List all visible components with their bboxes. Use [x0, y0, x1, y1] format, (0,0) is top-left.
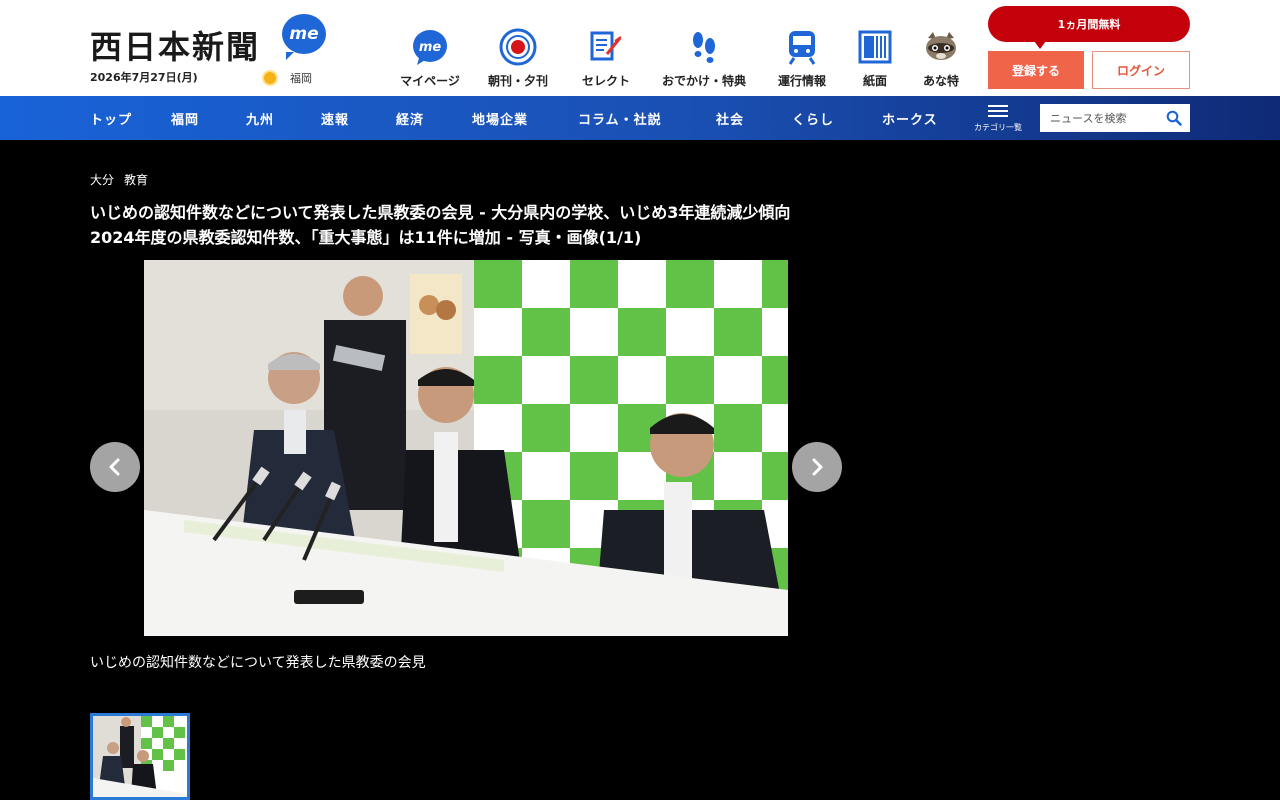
newspaper-circle-icon: [498, 28, 538, 66]
category-top[interactable]: トップ: [90, 96, 132, 140]
login-button[interactable]: ログイン: [1092, 51, 1190, 89]
free-trial-badge[interactable]: 1ヵ月間無料: [988, 6, 1190, 49]
search-box: [1040, 104, 1190, 132]
raccoon-icon: [921, 28, 961, 66]
me-logo-icon[interactable]: me: [282, 14, 326, 60]
register-button[interactable]: 登録する: [988, 51, 1084, 89]
category-economy[interactable]: 経済: [396, 96, 424, 140]
train-icon: [782, 28, 822, 66]
nav-anatoku[interactable]: あな特: [901, 28, 981, 92]
category-hawks[interactable]: ホークス: [882, 96, 938, 140]
category-column[interactable]: コラム・社説: [578, 96, 662, 140]
photo-caption: いじめの認知件数などについて発表した県教委の会見: [90, 655, 426, 671]
me-icon: me: [410, 28, 450, 66]
breadcrumb: 大分 教育: [90, 171, 148, 188]
article-photo: [144, 260, 788, 636]
breadcrumb-oita[interactable]: 大分: [90, 171, 114, 188]
category-life[interactable]: くらし: [792, 96, 834, 140]
select-pen-icon: [586, 28, 626, 66]
weather-widget[interactable]: 福岡: [264, 70, 312, 86]
footprints-icon: [684, 28, 724, 66]
nav-morning-evening[interactable]: 朝刊・夕刊: [478, 28, 558, 92]
search-input[interactable]: [1040, 105, 1162, 131]
svg-text:me: me: [419, 40, 442, 55]
next-photo-button[interactable]: [792, 442, 842, 492]
sun-icon: [264, 72, 276, 84]
nav-select[interactable]: セレクト: [566, 28, 646, 92]
category-breaking[interactable]: 速報: [321, 96, 349, 140]
category-local-business[interactable]: 地場企業: [472, 96, 528, 140]
nav-traffic-info[interactable]: 運行情報: [762, 28, 842, 92]
category-fukuoka[interactable]: 福岡: [171, 96, 199, 140]
header-nav: me マイページ 朝刊・夕刊 セレクト おでかけ・特典 運行情報 紙面 あな特: [390, 28, 980, 92]
current-date: 2026年7月27日(月): [90, 71, 198, 84]
photo-thumbnail[interactable]: [90, 713, 190, 800]
search-icon[interactable]: [1162, 106, 1186, 130]
weather-location: 福岡: [290, 72, 312, 85]
category-kyushu[interactable]: 九州: [246, 96, 274, 140]
prev-photo-button[interactable]: [90, 442, 140, 492]
category-society[interactable]: 社会: [716, 96, 744, 140]
nav-outing[interactable]: おでかけ・特典: [662, 28, 746, 92]
paper-icon: [855, 28, 895, 66]
site-header: 西日本新聞 me 2026年7月27日(月) 福岡 me マイページ 朝刊・夕刊…: [0, 0, 1280, 96]
chevron-left-icon: [109, 458, 120, 476]
category-menu-button[interactable]: カテゴリ一覧: [968, 100, 1028, 136]
chevron-right-icon: [812, 458, 823, 476]
breadcrumb-education[interactable]: 教育: [124, 171, 148, 188]
site-logo[interactable]: 西日本新聞: [90, 22, 260, 68]
article-title: いじめの認知件数などについて発表した県教委の会見 - 大分県内の学校、いじめ3年…: [90, 203, 807, 247]
nav-mypage[interactable]: me マイページ: [390, 28, 470, 92]
hamburger-icon: [988, 105, 1008, 117]
